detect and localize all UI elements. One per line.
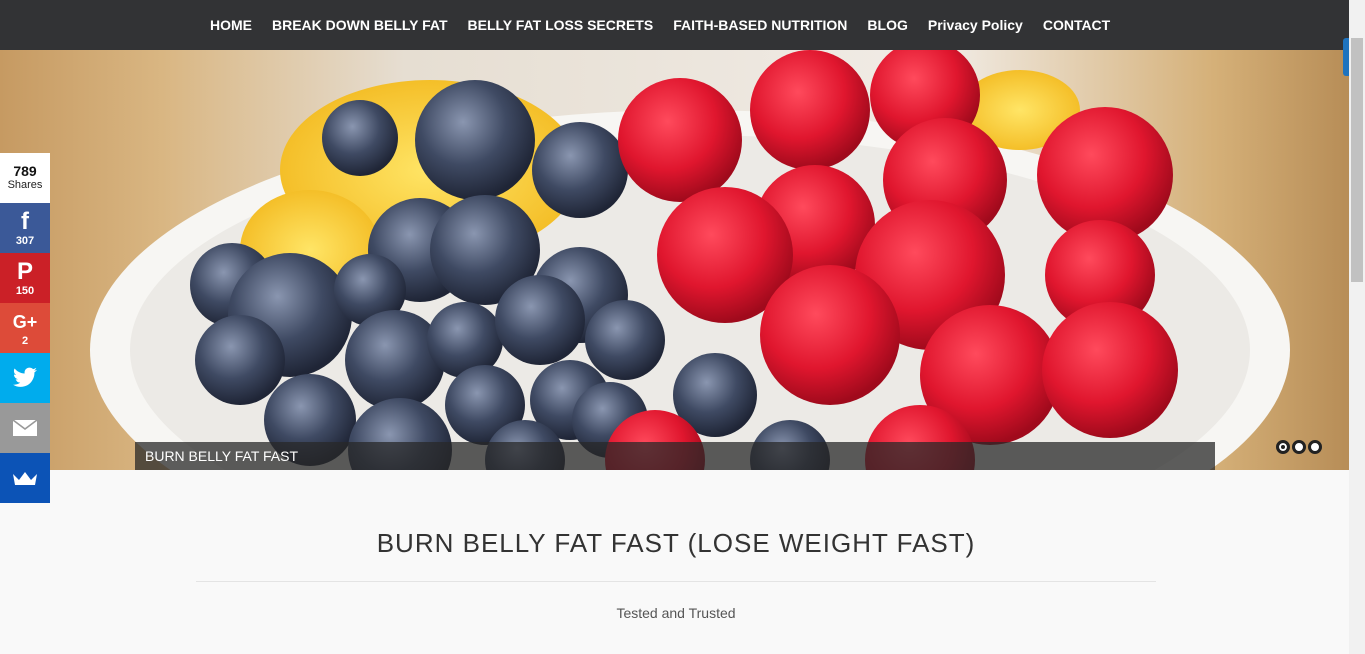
slider-pagination [1276,440,1322,454]
share-total-label: Shares [7,179,43,191]
main-content: BURN BELLY FAT FAST (LOSE WEIGHT FAST) T… [196,470,1156,621]
nav-item-break-down-belly-fat[interactable]: BREAK DOWN BELLY FAT [262,0,458,50]
page-tagline: Tested and Trusted [616,605,736,621]
hero-slider[interactable]: BURN BELLY FAT FAST [0,50,1349,470]
googleplus-share-button[interactable]: G+ 2 [0,303,50,353]
slider-dot-3[interactable] [1308,440,1322,454]
googleplus-share-count: 2 [21,335,29,347]
slider-dot-1[interactable] [1276,440,1290,454]
title-divider [196,581,1156,582]
facebook-share-button[interactable]: f 307 [0,203,50,253]
scrollbar-thumb[interactable] [1351,38,1363,282]
share-total-count: 789 [13,163,37,179]
facebook-share-count: 307 [15,235,35,247]
nav-item-contact[interactable]: CONTACT [1033,0,1120,50]
sumome-share-button[interactable] [0,453,50,503]
nav-item-privacy-policy[interactable]: Privacy Policy [918,0,1033,50]
facebook-icon: f [21,208,29,235]
page-title: BURN BELLY FAT FAST (LOSE WEIGHT FAST) [376,528,976,558]
nav-item-faith-based-nutrition[interactable]: FAITH-BASED NUTRITION [663,0,857,50]
page-scrollbar[interactable] [1349,0,1365,654]
slider-dot-2[interactable] [1292,440,1306,454]
pinterest-share-count: 150 [15,285,35,297]
social-share-bar: 789 Shares f 307 P 150 G+ 2 [0,153,50,503]
googleplus-icon: G+ [12,312,38,332]
nav-item-blog[interactable]: BLOG [857,0,917,50]
email-share-button[interactable] [0,403,50,453]
nav-item-home[interactable]: HOME [200,0,262,50]
nav-item-belly-fat-loss-secrets[interactable]: BELLY FAT LOSS SECRETS [458,0,664,50]
hero-image-berries [90,50,1290,470]
hero-caption[interactable]: BURN BELLY FAT FAST [135,442,1215,470]
pinterest-icon: P [16,258,33,285]
pinterest-share-button[interactable]: P 150 [0,253,50,303]
envelope-icon [12,419,38,436]
twitter-share-button[interactable] [0,353,50,403]
crown-icon [13,472,37,485]
nav-menu: HOME BREAK DOWN BELLY FAT BELLY FAT LOSS… [200,0,1120,50]
top-navigation: HOME BREAK DOWN BELLY FAT BELLY FAT LOSS… [0,0,1349,50]
twitter-icon [13,367,37,387]
share-total-counter: 789 Shares [0,153,50,203]
